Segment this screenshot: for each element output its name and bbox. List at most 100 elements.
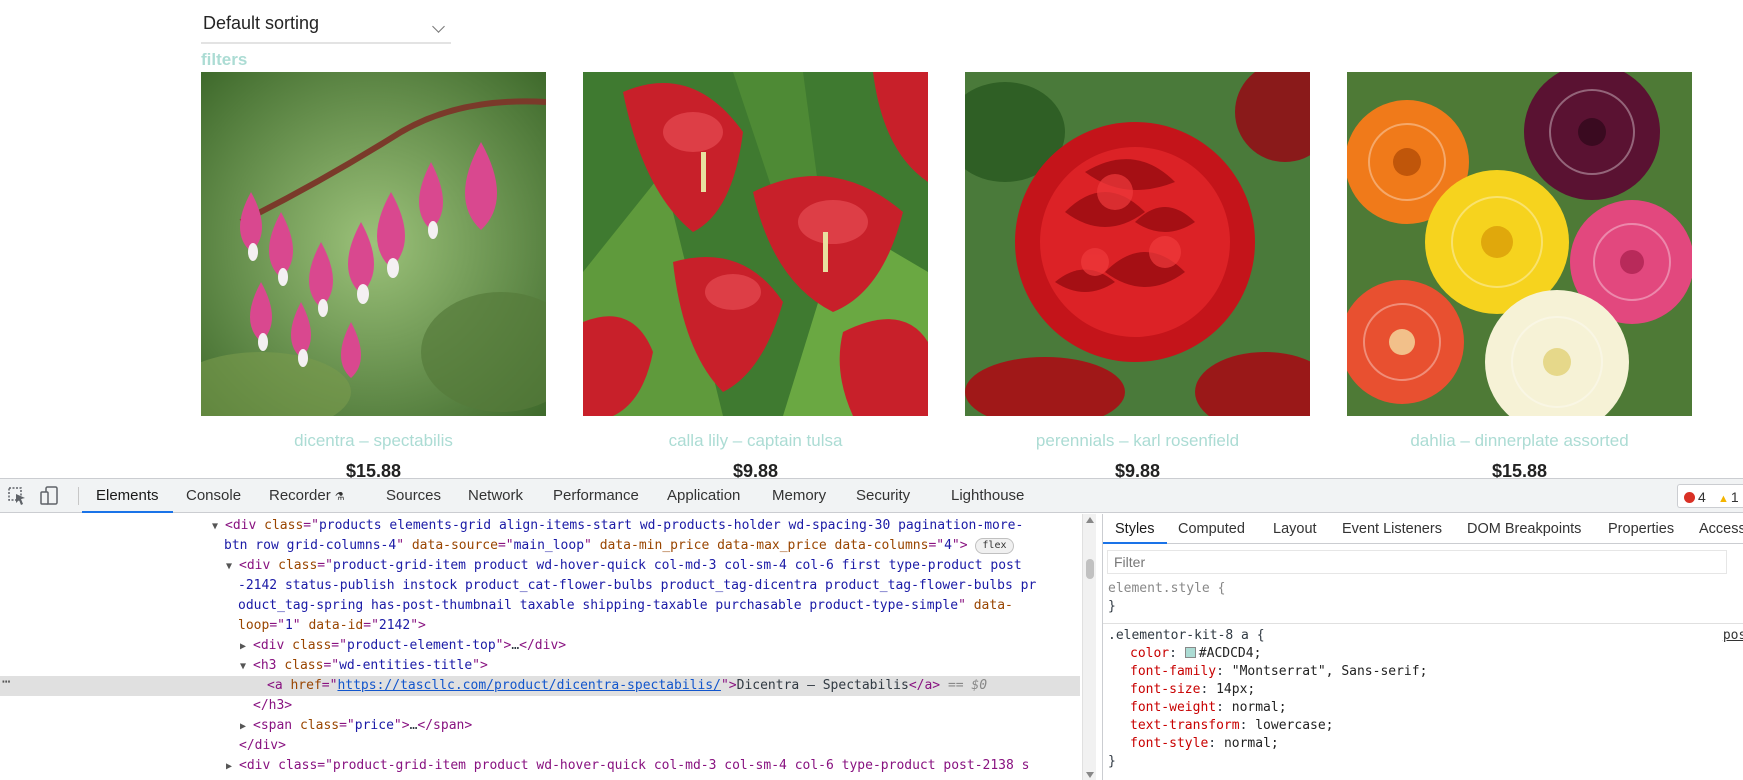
toolbar-divider <box>78 487 79 505</box>
dom-node-text: <div class="product-grid-item product wd… <box>239 758 1030 773</box>
dom-attr-value: product-grid-item product wd-hover-quick… <box>332 558 1022 573</box>
element-style-selector[interactable]: element.style { <box>1108 580 1743 598</box>
dom-attr-value: price <box>354 718 394 733</box>
dom-node-line[interactable]: loop="1" data-id="2142"> <box>0 616 1080 636</box>
web-page: Default sorting filters dicentra – spect… <box>0 0 1743 478</box>
dom-node-line-selected[interactable]: <a href="https://tascllc.com/product/dic… <box>0 676 1080 696</box>
tab-dom-breakpoints[interactable]: DOM Breakpoints <box>1467 514 1581 544</box>
css-property[interactable]: font-size: 14px; <box>1108 681 1743 699</box>
tab-sources[interactable]: Sources <box>386 479 441 513</box>
css-property[interactable]: font-family: "Montserrat", Sans-serif; <box>1108 663 1743 681</box>
rule-close-brace: } <box>1108 599 1116 614</box>
dom-scrollbar[interactable] <box>1082 514 1096 780</box>
sorting-dropdown[interactable]: Default sorting <box>201 8 451 44</box>
product-image[interactable] <box>201 72 546 416</box>
scroll-down-icon[interactable] <box>1086 772 1094 778</box>
product-image[interactable] <box>1347 72 1692 416</box>
styles-filter-field[interactable] <box>1107 550 1727 574</box>
dom-node-line[interactable]: btn row grid-columns-4" data-source="mai… <box>0 536 1080 556</box>
product-card[interactable]: dicentra – spectabilis $15.88 <box>201 72 546 478</box>
product-card[interactable]: calla lily – captain tulsa $9.88 <box>583 72 928 478</box>
dom-attr-value: products elements-grid align-items-start… <box>318 518 1024 533</box>
dom-node-line[interactable]: ▼ <div class="product-grid-item product w… <box>0 556 1080 576</box>
product-card[interactable]: dahlia – dinnerplate assorted $15.88 <box>1347 72 1692 478</box>
dom-href-link[interactable]: https://tascllc.com/product/dicentra-spe… <box>337 678 721 693</box>
more-options-icon[interactable]: ⋯ <box>2 674 10 690</box>
css-property[interactable]: font-style: normal; <box>1108 735 1743 753</box>
dom-node-line[interactable]: oduct_tag-spring has-post-thumbnail taxa… <box>0 596 1080 616</box>
tab-console[interactable]: Console <box>186 479 241 513</box>
rule-selector-line: .elementor-kit-8 a { post- <box>1108 627 1743 645</box>
product-price: $15.88 <box>1491 461 1548 478</box>
tab-styles[interactable]: Styles <box>1103 514 1167 544</box>
rule-close-brace: } <box>1108 754 1116 769</box>
tab-lighthouse[interactable]: Lighthouse <box>951 479 1024 513</box>
styles-tabs: Styles Computed Layout Event Listeners D… <box>1103 514 1743 544</box>
product-price: $15.88 <box>345 461 402 478</box>
dom-node-line[interactable]: ▼ <h3 class="wd-entities-title"> <box>0 656 1080 676</box>
tab-performance[interactable]: Performance <box>553 479 639 513</box>
selected-node-marker: == $0 <box>947 678 988 693</box>
tab-properties[interactable]: Properties <box>1608 514 1674 544</box>
scroll-up-icon[interactable] <box>1086 517 1094 523</box>
filters-link[interactable]: filters <box>201 50 247 70</box>
dom-attr-value: 4 <box>944 538 952 553</box>
css-property[interactable]: font-weight: normal; <box>1108 699 1743 717</box>
flex-badge[interactable]: flex <box>975 538 1014 554</box>
dom-node-line[interactable]: </div> <box>0 736 1080 756</box>
element-style-rule: element.style { } <box>1103 580 1743 616</box>
dom-attr-value: main_loop <box>513 538 585 553</box>
tab-recorder[interactable]: Recorder ⚗ <box>269 479 345 513</box>
expanded-triangle-icon: ▼ <box>226 561 233 572</box>
rule-selector[interactable]: .elementor-kit-8 a { <box>1108 628 1265 643</box>
product-price: $9.88 <box>732 461 779 478</box>
tab-application[interactable]: Application <box>667 479 740 513</box>
product-title[interactable]: dicentra – spectabilis <box>201 431 546 451</box>
error-count: 4 <box>1684 489 1706 505</box>
product-image[interactable] <box>583 72 928 416</box>
color-swatch-icon[interactable] <box>1184 647 1196 658</box>
devtools-toolbar: Elements Console Recorder ⚗ Sources Netwo… <box>0 479 1743 513</box>
dom-tree: ▼ <div class="products elements-grid alig… <box>0 514 1080 780</box>
dom-node-line[interactable]: ▶ <div class="product-grid-item product w… <box>0 756 1080 776</box>
styles-filter-input[interactable] <box>1108 551 1726 573</box>
product-image[interactable] <box>965 72 1310 416</box>
dom-attr-value: oduct_tag-spring has-post-thumbnail taxa… <box>238 598 959 613</box>
dom-node-line[interactable]: ▶ <span class="price">…</span> <box>0 716 1080 736</box>
tab-memory[interactable]: Memory <box>772 479 826 513</box>
flask-icon: ⚗ <box>334 491 345 503</box>
sorting-dropdown-label: Default sorting <box>203 13 320 33</box>
product-title[interactable]: dahlia – dinnerplate assorted <box>1347 431 1692 451</box>
dom-attr-value: -2142 status-publish instock product_cat… <box>238 578 1037 593</box>
issues-counter[interactable]: 4 1 <box>1677 484 1743 508</box>
device-toolbar-icon[interactable] <box>39 486 61 506</box>
dom-tag-name: div <box>232 518 257 533</box>
inspect-element-icon[interactable] <box>7 486 29 506</box>
tab-event-listeners[interactable]: Event Listeners <box>1342 514 1442 544</box>
tab-layout[interactable]: Layout <box>1273 514 1317 544</box>
styles-sidebar: Styles Computed Layout Event Listeners D… <box>1102 514 1743 780</box>
dom-node-line[interactable]: </h3> <box>0 696 1080 716</box>
dom-node-line[interactable]: ▶ <div class="product-element-top">…</div… <box>0 636 1080 656</box>
dom-node-line[interactable]: ▼ <div class="products elements-grid alig… <box>0 516 1080 536</box>
tab-security[interactable]: Security <box>856 479 910 513</box>
tab-accessibility[interactable]: Access <box>1699 514 1743 544</box>
devtools-panel: Elements Console Recorder ⚗ Sources Netwo… <box>0 478 1743 780</box>
css-property[interactable]: color: #ACDCD4; <box>1108 645 1743 663</box>
tab-computed[interactable]: Computed <box>1178 514 1245 544</box>
scrollbar-thumb[interactable] <box>1086 559 1094 579</box>
collapsed-triangle-icon: ▶ <box>226 761 233 772</box>
collapsed-triangle-icon: ▶ <box>240 721 247 732</box>
dom-node-line[interactable]: -2142 status-publish instock product_cat… <box>0 576 1080 596</box>
product-card[interactable]: perennials – karl rosenfield $9.88 <box>965 72 1310 478</box>
rule-source-link[interactable]: post- <box>1723 627 1743 645</box>
tab-network[interactable]: Network <box>468 479 523 513</box>
dom-attr-value: 2142 <box>378 618 411 633</box>
product-title[interactable]: calla lily – captain tulsa <box>583 431 928 451</box>
css-property[interactable]: text-transform: lowercase; <box>1108 717 1743 735</box>
dom-attr-value: wd-entities-title <box>339 658 473 673</box>
product-title[interactable]: perennials – karl rosenfield <box>965 431 1310 451</box>
tab-elements[interactable]: Elements <box>82 479 173 513</box>
chevron-down-icon <box>432 20 445 33</box>
collapsed-triangle-icon: ▶ <box>240 641 247 652</box>
